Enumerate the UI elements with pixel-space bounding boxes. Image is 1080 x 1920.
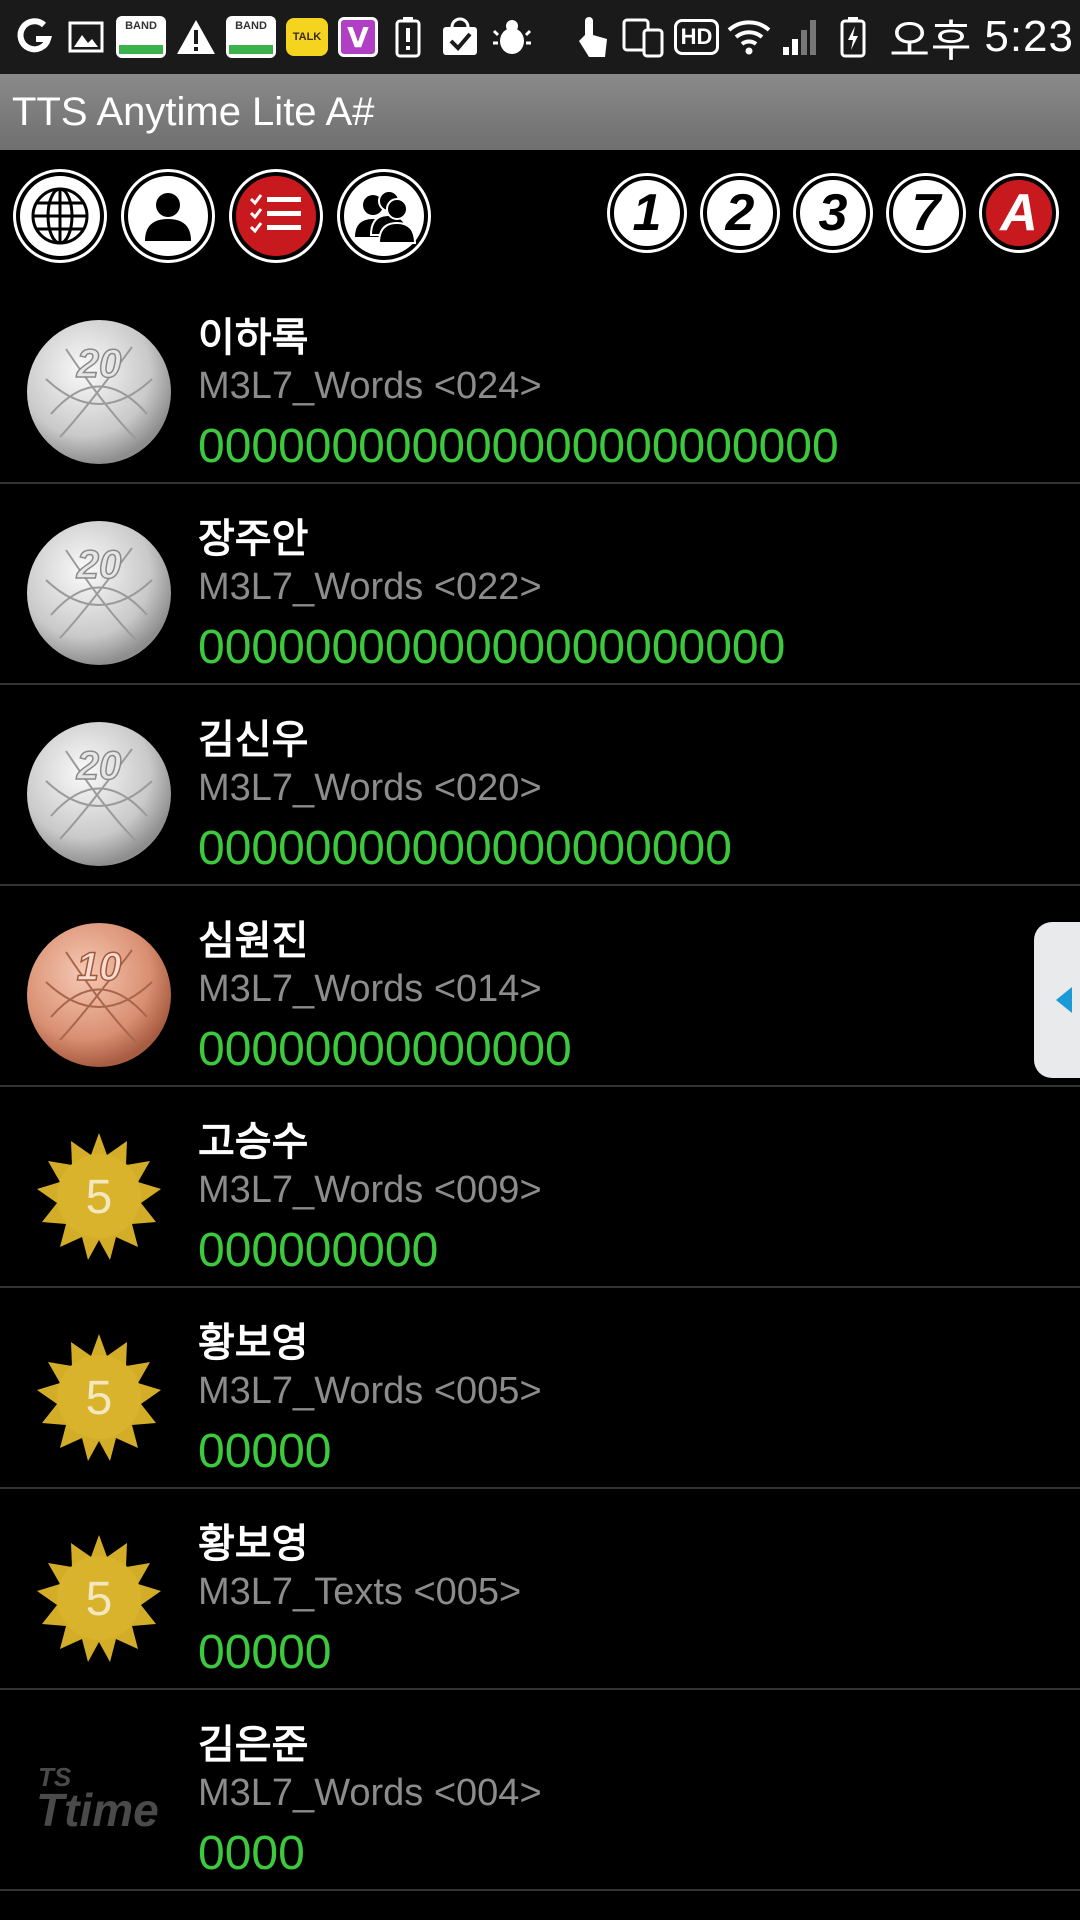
group-users-icon	[355, 190, 417, 244]
drawer-handle[interactable]	[1034, 922, 1080, 1078]
list-item[interactable]: TS Ttime 김은준 M3L7_Words <004> 0000	[0, 1690, 1080, 1891]
svg-text:5: 5	[86, 1372, 113, 1425]
battery-alert-icon	[386, 15, 430, 59]
gold-star-badge-icon: 5	[37, 1334, 161, 1461]
lesson-label: M3L7_Words <024>	[198, 365, 542, 407]
wifi-icon	[727, 15, 771, 59]
toolbar: 1 2 3 7 A	[0, 168, 1080, 268]
app-title: TTS Anytime Lite A#	[12, 89, 375, 134]
svg-text:20: 20	[76, 543, 122, 587]
lesson-label: M3L7_Words <014>	[198, 968, 542, 1010]
level-all-button[interactable]: A	[982, 176, 1056, 250]
list-item[interactable]: 20 김신우 M3L7_Words <020> 0000000000000000…	[0, 685, 1080, 886]
list-item[interactable]: 5 황보영 M3L7_Texts <005> 00000	[0, 1489, 1080, 1690]
level-3-button[interactable]: 3	[796, 176, 870, 250]
score-marks: 00000000000000000000	[198, 822, 732, 875]
single-user-button[interactable]	[124, 172, 212, 260]
score-marks: 00000	[198, 1626, 332, 1679]
list-item[interactable]: 20 이하록 M3L7_Words <024> 0000000000000000…	[0, 283, 1080, 484]
silver-medal-icon: 20	[27, 521, 171, 665]
shopping-bag-check-icon	[438, 15, 482, 59]
score-marks: 00000000000000	[198, 1023, 572, 1076]
status-time: 5:23	[984, 12, 1074, 61]
app-g-icon	[12, 15, 56, 59]
devices-icon	[622, 15, 666, 59]
svg-text:5: 5	[86, 1171, 113, 1224]
ttime-logo-icon: TS Ttime	[36, 1762, 159, 1836]
score-marks: 000000000	[198, 1224, 439, 1277]
svg-text:Ttime: Ttime	[36, 1784, 159, 1836]
score-marks: 0000000000000000000000	[198, 621, 786, 674]
level-7-button[interactable]: 7	[889, 176, 963, 250]
chevron-left-icon	[1056, 987, 1072, 1013]
image-icon	[64, 15, 108, 59]
kakaotalk-icon: TALK	[286, 18, 328, 56]
bronze-medal-icon: 10	[27, 923, 171, 1067]
status-bar: BAND BAND TALK V HD 오후 5:23	[0, 0, 1080, 74]
user-name: 황보영	[198, 1521, 309, 1567]
list-item[interactable]: 10 심원진 M3L7_Words <014> 00000000000000	[0, 886, 1080, 1087]
gold-star-badge-icon: 5	[37, 1133, 161, 1260]
lesson-label: M3L7_Words <005>	[198, 1370, 542, 1412]
band-icon: BAND	[116, 16, 166, 58]
gold-star-badge-icon: 5	[37, 1535, 161, 1662]
hd-voice-icon: HD	[673, 19, 720, 55]
svg-text:10: 10	[77, 945, 122, 989]
user-name: 장주안	[198, 516, 309, 562]
band-icon-2: BAND	[226, 16, 276, 58]
lesson-label: M3L7_Words <004>	[198, 1772, 542, 1814]
silver-medal-icon: 20	[27, 320, 171, 464]
lesson-label: M3L7_Words <020>	[198, 767, 542, 809]
list-item[interactable]: 5 고승수 M3L7_Words <009> 000000000	[0, 1087, 1080, 1288]
lesson-label: M3L7_Words <022>	[198, 566, 542, 608]
user-name: 고승수	[198, 1119, 309, 1165]
single-user-icon	[145, 193, 191, 241]
level-2-button[interactable]: 2	[703, 176, 777, 250]
svg-text:20: 20	[76, 342, 122, 386]
score-marks: 000000000000000000000000	[198, 420, 839, 473]
svg-text:5: 5	[86, 1573, 113, 1626]
user-name: 심원진	[198, 918, 309, 964]
list-item[interactable]: 5 황보영 M3L7_Words <005> 00000	[0, 1288, 1080, 1489]
battery-charging-icon	[831, 15, 875, 59]
checklist-icon	[249, 194, 301, 234]
warning-icon	[174, 15, 218, 59]
bug-icon	[490, 15, 534, 59]
app-title-bar: TTS Anytime Lite A#	[0, 74, 1080, 150]
signal-icon	[779, 15, 823, 59]
level-1-button[interactable]: 1	[610, 176, 684, 250]
silver-medal-icon: 20	[27, 722, 171, 866]
user-name: 김신우	[198, 717, 309, 763]
group-users-button[interactable]	[340, 172, 428, 260]
list-item[interactable]: 20 장주안 M3L7_Words <022> 0000000000000000…	[0, 484, 1080, 685]
score-marks: 00000	[198, 1425, 332, 1478]
status-ampm: 오후	[889, 17, 973, 66]
v-app-icon: V	[338, 17, 378, 57]
lesson-label: M3L7_Texts <005>	[198, 1571, 522, 1613]
touch-icon	[570, 15, 614, 59]
user-name: 김은준	[198, 1722, 309, 1768]
score-marks: 0000	[198, 1827, 305, 1880]
svg-text:20: 20	[76, 744, 122, 788]
globe-button[interactable]	[16, 172, 104, 260]
globe-icon	[31, 187, 89, 245]
user-name: 황보영	[198, 1320, 309, 1366]
ranking-list-button[interactable]	[232, 172, 320, 260]
user-name: 이하록	[198, 315, 309, 361]
lesson-label: M3L7_Words <009>	[198, 1169, 542, 1211]
ranking-list: 20 이하록 M3L7_Words <024> 0000000000000000…	[0, 283, 1080, 1891]
